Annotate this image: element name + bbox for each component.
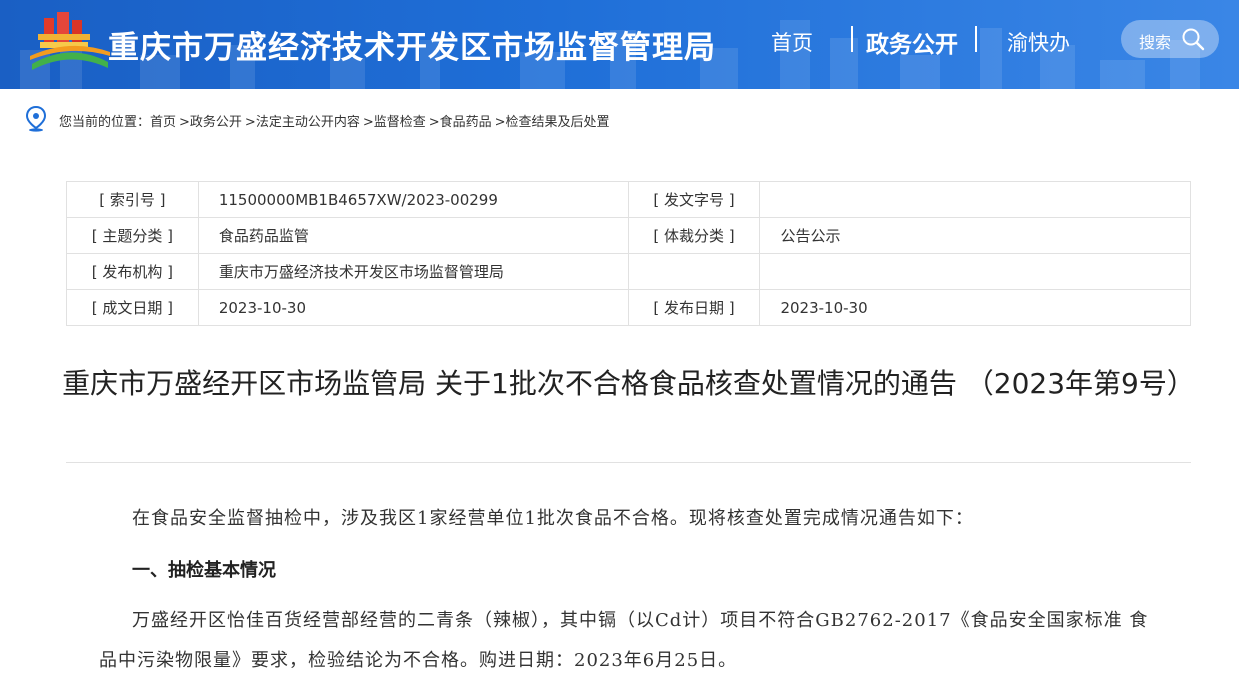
genre-label: [ 体裁分类 ] <box>627 217 761 254</box>
body-paragraph: 在食品安全监督抽检中，涉及我区1家经营单位1批次食品不合格。现将核查处置完成情况… <box>132 508 974 529</box>
table-row: [ 索引号 ] 11500000MB1B4657XW/2023-00299 [ … <box>66 181 1191 218</box>
logo-icon <box>30 12 110 70</box>
table-row: [ 发布机构 ] 重庆市万盛经济技术开发区市场监督管理局 <box>66 253 1191 290</box>
site-header: 重庆市万盛经济技术开发区市场监督管理局 首页 政务公开 渝快办 搜索 <box>0 0 1239 89</box>
docno-label: [ 发文字号 ] <box>627 181 761 218</box>
breadcrumb-inspection-results[interactable]: >检查结果及后处置 <box>495 115 610 130</box>
breadcrumb-government-affairs[interactable]: >政务公开 <box>179 115 242 130</box>
document-title: 重庆市万盛经开区市场监管局 关于1批次不合格食品核查处置情况的通告 （2023年… <box>62 367 1195 400</box>
publisher-value: 重庆市万盛经济技术开发区市场监督管理局 <box>197 253 629 290</box>
nav-home[interactable]: 首页 <box>771 27 813 57</box>
empty-cell <box>759 253 1191 290</box>
index-value: 11500000MB1B4657XW/2023-00299 <box>197 181 629 218</box>
nav-yukuaiban[interactable]: 渝快办 <box>1007 27 1070 57</box>
docno-value <box>759 181 1191 218</box>
table-row: [ 主题分类 ] 食品药品监管 [ 体裁分类 ] 公告公示 <box>66 217 1191 254</box>
search-button[interactable]: 搜索 <box>1121 20 1219 58</box>
topic-label: [ 主题分类 ] <box>66 217 199 254</box>
breadcrumb-prefix: 您当前的位置： <box>59 115 151 130</box>
breadcrumb-statutory-disclosure[interactable]: >法定主动公开内容 <box>245 115 360 130</box>
body-paragraph: 万盛经开区怡佳百货经营部经营的二青条（辣椒），其中镉（以Cd计）项目不符合GB2… <box>99 610 1149 671</box>
written-date-label: [ 成文日期 ] <box>66 289 199 326</box>
table-row: [ 成文日期 ] 2023-10-30 [ 发布日期 ] 2023-10-30 <box>66 289 1191 326</box>
written-date-value: 2023-10-30 <box>197 289 629 326</box>
nav-government-affairs[interactable]: 政务公开 <box>866 25 958 59</box>
published-date-label: [ 发布日期 ] <box>627 289 761 326</box>
section-heading: 一、抽检基本情况 <box>132 560 276 581</box>
empty-cell <box>627 253 761 290</box>
nav-separator <box>851 26 853 52</box>
breadcrumb-home[interactable]: 首页 <box>150 115 176 130</box>
site-title[interactable]: 重庆市万盛经济技术开发区市场监督管理局 <box>108 22 716 67</box>
search-icon <box>1182 28 1205 51</box>
document-meta-table: [ 索引号 ] 11500000MB1B4657XW/2023-00299 [ … <box>66 181 1191 326</box>
location-pin-icon <box>26 106 46 132</box>
breadcrumb-supervision[interactable]: >监督检查 <box>363 115 426 130</box>
title-divider <box>66 462 1191 463</box>
publisher-label: [ 发布机构 ] <box>66 253 199 290</box>
nav-separator <box>975 26 977 52</box>
search-label: 搜索 <box>1139 33 1172 52</box>
topic-value: 食品药品监管 <box>197 217 629 254</box>
breadcrumb-food-drug[interactable]: >食品药品 <box>429 115 492 130</box>
index-label: [ 索引号 ] <box>66 181 199 218</box>
published-date-value: 2023-10-30 <box>759 289 1191 326</box>
genre-value: 公告公示 <box>759 217 1191 254</box>
